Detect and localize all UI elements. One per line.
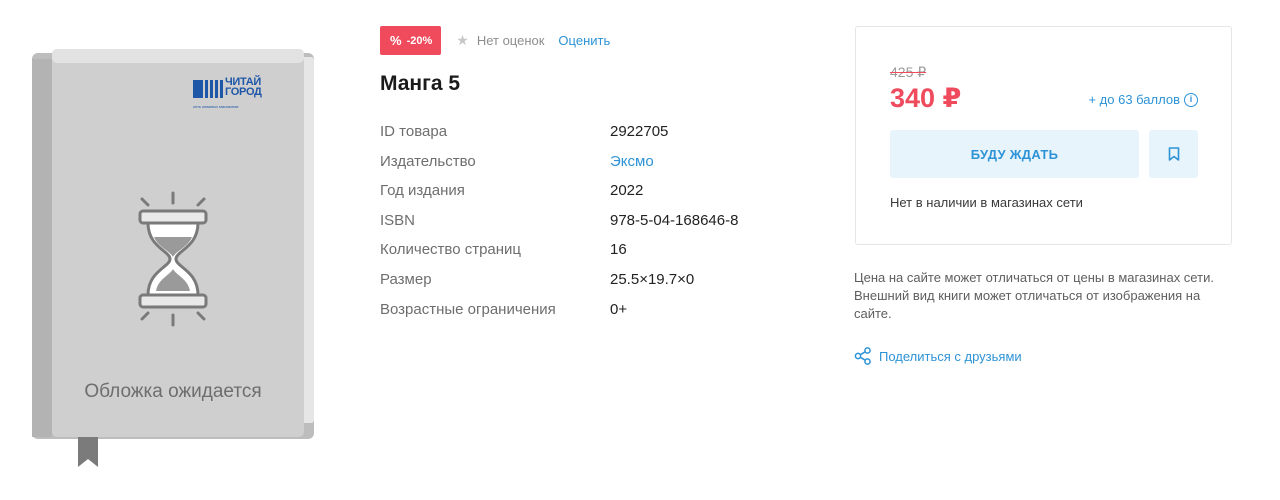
- publisher-link[interactable]: Эксмо: [610, 153, 654, 170]
- property-label: Количество страниц: [380, 241, 522, 259]
- bookmark-button[interactable]: [1149, 130, 1198, 178]
- rating-text: Нет оценок: [476, 33, 545, 48]
- info-icon[interactable]: i: [1184, 92, 1198, 107]
- property-value: 2922705: [610, 123, 669, 140]
- rate-link[interactable]: Оценить: [558, 33, 610, 48]
- wait-button[interactable]: БУДУ ЖДАТЬ: [890, 130, 1139, 178]
- property-row: Год издания 2022: [380, 179, 820, 209]
- property-label: Возрастные ограничения: [380, 300, 556, 318]
- product-title: Манга 5: [380, 72, 461, 95]
- price-disclaimer: Цена на сайте может отличаться от цены в…: [854, 270, 1214, 321]
- property-value: 25.5×19.7×0: [610, 270, 695, 288]
- property-row: Возрастные ограничения 0+: [380, 298, 820, 328]
- property-value: 0+: [610, 300, 628, 318]
- property-value: 16: [610, 241, 627, 259]
- share-link[interactable]: Поделиться с друзьями: [854, 347, 1022, 365]
- property-row: ISBN 978-5-04-168646-8: [380, 209, 820, 239]
- logo-tagline: сеть книжных магазинов: [193, 104, 239, 109]
- product-properties: ID товара 2922705 Издательство Эксмо Год…: [380, 120, 820, 327]
- property-row: Издательство Эксмо: [380, 150, 820, 180]
- property-label: ID товара: [380, 123, 448, 140]
- share-text: Поделиться с друзьями: [879, 348, 1022, 364]
- property-label: ISBN: [380, 211, 416, 229]
- property-label: Год издания: [380, 182, 465, 200]
- current-price: 340 ₽: [890, 83, 962, 113]
- bonus-text: + до 63 баллов: [1088, 92, 1180, 107]
- logo-wordmark: ЧИТАЙ ГОРОД: [225, 77, 262, 98]
- star-icon: ★: [456, 32, 469, 48]
- book-cover-placeholder: ЧИТАЙ ГОРОД сеть книжных магазинов Облож…: [30, 47, 316, 472]
- bookmark-icon: [1168, 147, 1179, 161]
- bookmark-ribbon: [78, 437, 98, 467]
- chitai-gorod-logo: ЧИТАЙ ГОРОД сеть книжных магазинов: [193, 77, 283, 113]
- stock-note: Нет в наличии в магазинах сети: [890, 195, 1083, 210]
- property-row: Размер 25.5×19.7×0: [380, 268, 820, 298]
- logo-word-bottom: ГОРОД: [225, 86, 262, 98]
- discount-value: -20%: [406, 34, 433, 47]
- property-row: ID товара 2922705: [380, 120, 820, 150]
- share-icon: [854, 347, 871, 365]
- old-price: 425 ₽: [890, 64, 927, 80]
- percent-icon: %: [390, 33, 402, 48]
- discount-badge: % -20%: [380, 26, 442, 55]
- cover-caption: Обложка ожидается: [84, 381, 262, 402]
- badge-row: % -20% ★ Нет оценок Оценить: [380, 26, 610, 55]
- property-label: Издательство: [380, 152, 476, 170]
- property-label: Размер: [380, 270, 432, 288]
- property-row: Количество страниц 16: [380, 238, 820, 268]
- property-value: 2022: [610, 182, 644, 200]
- bonus-points[interactable]: + до 63 баллов i: [1088, 92, 1198, 107]
- price-card: 425 ₽ 340 ₽ + до 63 баллов i БУДУ ЖДАТЬ …: [855, 26, 1232, 245]
- property-value: 978-5-04-168646-8: [610, 211, 739, 229]
